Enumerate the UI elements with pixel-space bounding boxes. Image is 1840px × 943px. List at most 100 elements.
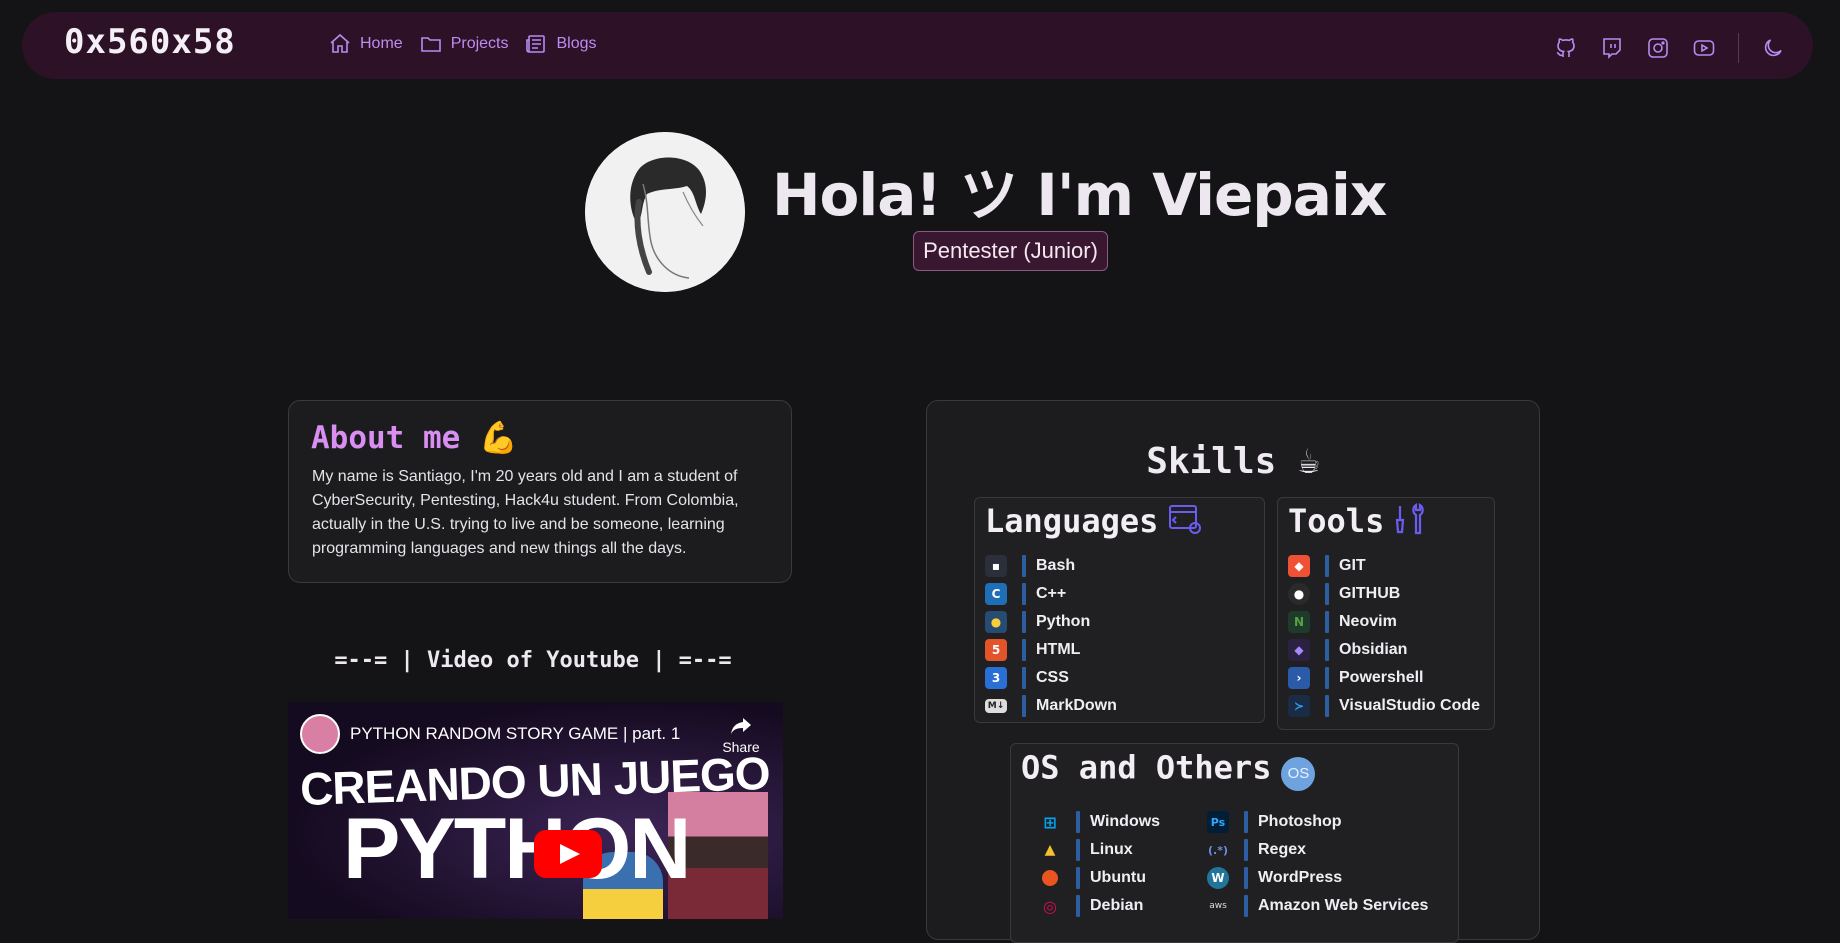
vscode-icon: ≻ — [1288, 695, 1310, 717]
thumbnail-text-line2: PYTHON — [343, 801, 691, 897]
list-item: W WordPress — [1207, 864, 1428, 892]
twitch-icon[interactable] — [1600, 36, 1624, 60]
home-icon — [330, 33, 350, 53]
list-bar — [1076, 867, 1080, 889]
debian-icon: ◎ — [1043, 896, 1057, 916]
list-bar — [1022, 695, 1026, 717]
tools-icon — [1394, 502, 1426, 544]
hero-greeting: Hola! ツ I'm Viepaix — [772, 161, 1387, 229]
newspaper-icon — [526, 35, 546, 53]
list-bar — [1076, 811, 1080, 833]
list-item: aws Amazon Web Services — [1207, 892, 1428, 920]
linux-icon: ▲ — [1044, 842, 1056, 858]
languages-title-text: Languages — [985, 502, 1159, 540]
list-item: C C++ — [985, 580, 1117, 608]
github-icon[interactable] — [1554, 36, 1578, 60]
folder-icon — [420, 37, 441, 52]
list-item: ● Python — [985, 608, 1117, 636]
list-bar — [1244, 867, 1248, 889]
list-item: ▲ Linux — [1039, 836, 1160, 864]
photoshop-icon: Ps — [1207, 811, 1229, 833]
coffee-icon: ☕ — [1298, 441, 1320, 482]
list-item: ◆ Obsidian — [1288, 636, 1480, 664]
nav-projects-link[interactable]: Projects — [419, 32, 509, 56]
list-item: ● GITHUB — [1288, 580, 1480, 608]
aws-icon: aws — [1209, 901, 1227, 911]
list-item-label: Ubuntu — [1090, 869, 1146, 886]
skills-title: Skills ☕ — [927, 441, 1539, 482]
about-title: About me 💪 — [311, 419, 518, 456]
role-badge: Pentester (Junior) — [913, 231, 1108, 271]
nav-blogs-label: Blogs — [556, 35, 597, 52]
profile-avatar — [585, 132, 745, 292]
tools-title: Tools — [1288, 502, 1426, 544]
python-icon: ● — [985, 611, 1007, 633]
instagram-icon[interactable] — [1646, 36, 1670, 60]
windows-icon: ⊞ — [1043, 812, 1057, 832]
neovim-icon: N — [1288, 611, 1310, 633]
list-item: Ps Photoshop — [1207, 808, 1428, 836]
video-heading: =--= | Video of Youtube | =--= — [334, 648, 732, 673]
os-badge-label: OS — [1281, 757, 1316, 791]
os-list-right: Ps Photoshop (.*) Regex W WordPress aws Amaz… — [1207, 808, 1428, 920]
list-bar — [1022, 667, 1026, 689]
languages-list: ▪ Bash C C++ ● Python 5 HTML 3 CSS M↓ MarkDown — [985, 552, 1117, 720]
nav-projects-label: Projects — [450, 35, 509, 52]
os-title-text: OS and Others — [1021, 748, 1272, 787]
video-title[interactable]: PYTHON RANDOM STORY GAME | part. 1 — [350, 724, 680, 744]
os-badge-icon: OS — [1281, 748, 1316, 791]
list-item: N Neovim — [1288, 608, 1480, 636]
list-item-label: VisualStudio Code — [1339, 697, 1481, 714]
bash-icon: ▪ — [985, 555, 1007, 577]
list-item-label: Python — [1036, 613, 1091, 630]
list-bar — [1325, 695, 1329, 717]
tools-panel: Tools ◆ GIT ● GITHUB N Neovim ◆ Obsidian › Po… — [1277, 497, 1495, 730]
list-bar — [1022, 555, 1026, 577]
about-card: About me 💪 My name is Santiago, I'm 20 y… — [288, 400, 792, 583]
list-item-label: HTML — [1036, 641, 1081, 658]
list-item-label: C++ — [1036, 585, 1067, 602]
list-item: ⊞ Windows — [1039, 808, 1160, 836]
list-item: › Powershell — [1288, 664, 1480, 692]
list-item-label: CSS — [1036, 669, 1069, 686]
list-item-label: Windows — [1090, 813, 1161, 830]
nav-links: Home Projects Blogs — [328, 32, 597, 56]
list-item: 5 HTML — [985, 636, 1117, 664]
share-arrow-icon — [731, 718, 751, 734]
about-text: My name is Santiago, I'm 20 years old an… — [312, 468, 739, 557]
list-bar — [1022, 639, 1026, 661]
list-item: Ubuntu — [1039, 864, 1160, 892]
list-item: M↓ MarkDown — [985, 692, 1117, 720]
hair-portrait-illustration — [585, 132, 745, 292]
git-icon: ◆ — [1288, 555, 1310, 577]
moon-icon[interactable] — [1761, 36, 1785, 60]
list-item: (.*) Regex — [1207, 836, 1428, 864]
regex-icon: (.*) — [1208, 843, 1228, 857]
list-item-label: GIT — [1339, 557, 1366, 574]
wordpress-icon: W — [1207, 867, 1229, 889]
list-item-label: MarkDown — [1036, 697, 1117, 714]
nav-home-label: Home — [360, 35, 403, 52]
nav-blogs-link[interactable]: Blogs — [524, 32, 597, 56]
os-panel: OS and Others OS ⊞ Windows ▲ Linux Ubuntu ◎… — [1010, 743, 1459, 943]
list-item: ◎ Debian — [1039, 892, 1160, 920]
channel-avatar[interactable] — [300, 714, 340, 754]
list-item-label: Amazon Web Services — [1258, 897, 1429, 914]
list-item-label: Obsidian — [1339, 641, 1408, 658]
play-button[interactable] — [534, 830, 602, 878]
list-item: 3 CSS — [985, 664, 1117, 692]
youtube-embed[interactable]: PYTHON RANDOM STORY GAME | part. 1 Share… — [288, 702, 783, 919]
os-list-left: ⊞ Windows ▲ Linux Ubuntu ◎ Debian — [1039, 808, 1160, 920]
nav-home-link[interactable]: Home — [328, 32, 403, 56]
list-bar — [1022, 611, 1026, 633]
list-bar — [1076, 895, 1080, 917]
list-bar — [1325, 667, 1329, 689]
flexed-arm-icon: 💪 — [478, 420, 518, 456]
html5-icon: 5 — [985, 639, 1007, 661]
youtube-icon[interactable] — [1692, 36, 1716, 60]
list-item-label: Bash — [1036, 557, 1076, 574]
list-bar — [1244, 811, 1248, 833]
list-item-label: GITHUB — [1339, 585, 1401, 602]
site-logo[interactable]: 0x560x58 — [64, 22, 236, 62]
list-item-label: Powershell — [1339, 669, 1424, 686]
